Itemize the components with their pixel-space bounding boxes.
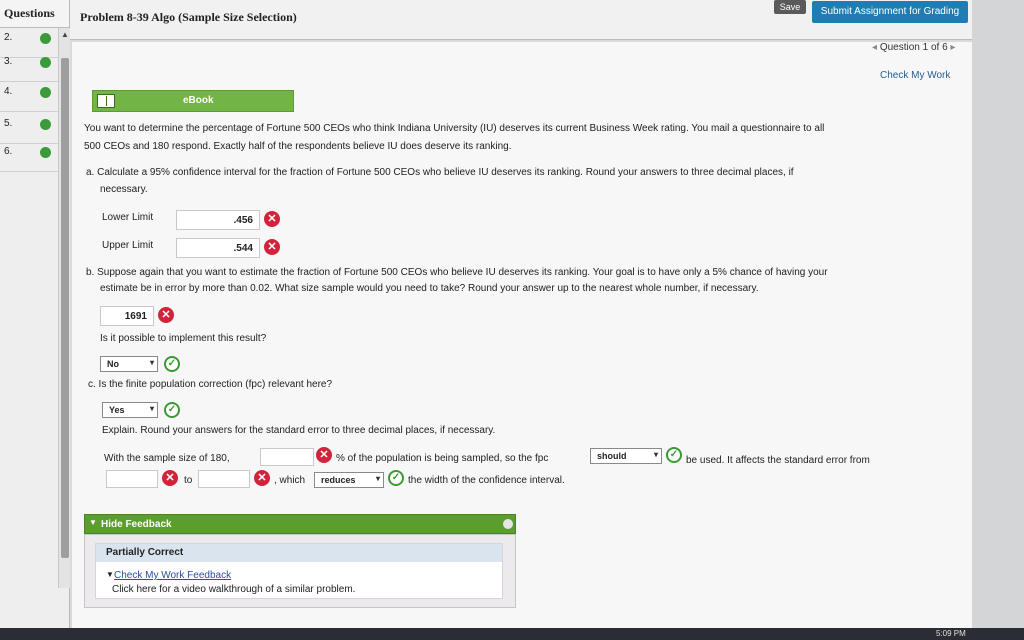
hide-feedback-label: Hide Feedback (101, 519, 172, 530)
explain-instructions: Explain. Round your answers for the stan… (102, 425, 496, 436)
question-item-5[interactable]: 5. (0, 114, 58, 144)
system-clock: 5:09 PM (936, 629, 966, 638)
scroll-up-icon[interactable]: ▲ (61, 30, 69, 39)
correct-icon: ✓ (388, 470, 404, 486)
question-navigator[interactable]: ◂ Question 1 of 6 ▸ (872, 42, 955, 53)
chevron-down-icon: ▾ (149, 404, 154, 413)
implement-question: Is it possible to implement this result? (100, 333, 267, 344)
check-my-work-link[interactable]: Check My Work (880, 70, 950, 81)
question-number: 2. (4, 32, 13, 43)
fpc-relevant-select-value: Yes (109, 405, 125, 415)
incorrect-icon: ✕ (264, 239, 280, 255)
question-counter: Question 1 of 6 (879, 42, 948, 53)
implement-select-value: No (107, 359, 119, 369)
feedback-status-icon (503, 519, 513, 529)
desktop-background (972, 0, 1024, 640)
scrollbar-thumb[interactable] (61, 58, 69, 558)
question-number: 3. (4, 56, 13, 67)
percent-sampled-input[interactable] (260, 448, 314, 466)
question-number: 5. (4, 118, 13, 129)
incorrect-icon: ✕ (264, 211, 280, 227)
incorrect-icon: ✕ (158, 307, 174, 323)
incorrect-icon: ✕ (254, 470, 270, 486)
sentence-to: to (184, 475, 193, 486)
chevron-down-icon: ▾ (653, 450, 658, 459)
fpc-relevant-select[interactable]: Yes ▾ (102, 402, 158, 418)
part-c-text: c. Is the finite population correction (… (88, 379, 333, 390)
next-question-icon[interactable]: ▸ (950, 42, 955, 53)
sentence-after: be used. It affects the standard error f… (686, 455, 870, 466)
answered-status-icon (40, 87, 51, 98)
question-content: ◂ Question 1 of 6 ▸ Check My Work eBook … (72, 42, 972, 632)
chevron-down-icon: ▾ (375, 474, 380, 483)
upper-limit-label: Upper Limit (102, 240, 154, 251)
book-icon (97, 94, 115, 108)
part-b-text-line1: b. Suppose again that you want to estima… (86, 267, 828, 278)
problem-title: Problem 8-39 Algo (Sample Size Selection… (80, 10, 297, 24)
save-button[interactable]: Save (774, 0, 806, 14)
taskbar: 5:09 PM (0, 628, 1024, 640)
question-number: 6. (4, 146, 13, 157)
question-item-4[interactable]: 4. (0, 82, 58, 112)
lower-limit-label: Lower Limit (102, 212, 154, 223)
answered-status-icon (40, 119, 51, 130)
answered-status-icon (40, 33, 51, 44)
lower-limit-input[interactable]: .456 (176, 210, 260, 230)
fpc-should-select[interactable]: should ▾ (590, 448, 662, 464)
intro-text-line2: 500 CEOs and 180 respond. Exactly half o… (84, 141, 512, 152)
feedback-box: Partially Correct ▼ Check My Work Feedba… (95, 543, 503, 599)
upper-limit-input[interactable]: .544 (176, 238, 260, 258)
standard-error-to-input[interactable] (198, 470, 250, 488)
question-number: 4. (4, 86, 13, 97)
questions-header: Questions (0, 0, 69, 28)
correct-icon: ✓ (164, 402, 180, 418)
question-list-sidebar: Questions 2. 3. 4. 5. 6. ▲ (0, 0, 70, 640)
width-effect-select[interactable]: reduces ▾ (314, 472, 384, 488)
feedback-status: Partially Correct (96, 544, 502, 562)
feedback-panel: Partially Correct ▼ Check My Work Feedba… (84, 534, 516, 608)
intro-text-line1: You want to determine the percentage of … (84, 123, 825, 134)
fpc-should-select-value: should (597, 451, 627, 461)
correct-icon: ✓ (666, 447, 682, 463)
question-list-scrollbar[interactable]: ▲ (58, 28, 70, 588)
ebook-label: eBook (183, 95, 214, 106)
incorrect-icon: ✕ (316, 447, 332, 463)
sentence-prefix: With the sample size of 180, (104, 453, 230, 464)
implement-select[interactable]: No ▾ (100, 356, 158, 372)
ebook-button[interactable]: eBook (92, 90, 294, 112)
standard-error-from-input[interactable] (106, 470, 158, 488)
sentence-which: , which (274, 475, 306, 486)
hide-feedback-toggle[interactable]: ▼ Hide Feedback (84, 514, 516, 534)
video-walkthrough-link[interactable]: Click here for a video walkthrough of a … (112, 584, 355, 595)
part-b-text-line2: estimate be in error by more than 0.02. … (100, 283, 759, 294)
submit-assignment-button[interactable]: Submit Assignment for Grading (812, 1, 968, 23)
question-item-6[interactable]: 6. (0, 142, 58, 172)
answered-status-icon (40, 147, 51, 158)
answered-status-icon (40, 57, 51, 68)
collapse-triangle-icon: ▼ (89, 518, 97, 527)
assignment-header: Problem 8-39 Algo (Sample Size Selection… (70, 0, 1024, 40)
sentence-mid: % of the population is being sampled, so… (336, 453, 549, 464)
part-a-text-line2: necessary. (100, 184, 148, 195)
chevron-down-icon: ▾ (149, 358, 154, 367)
check-my-work-feedback-link[interactable]: Check My Work Feedback (114, 570, 231, 581)
expand-triangle-icon: ▼ (106, 570, 114, 579)
correct-icon: ✓ (164, 356, 180, 372)
part-a-text-line1: a. Calculate a 95% confidence interval f… (86, 167, 794, 178)
width-effect-select-value: reduces (321, 475, 356, 485)
question-item-3[interactable]: 3. (0, 52, 58, 82)
sentence-end: the width of the confidence interval. (408, 475, 565, 486)
previous-question-icon[interactable]: ◂ (872, 42, 877, 53)
sample-size-input[interactable]: 1691 (100, 306, 154, 326)
incorrect-icon: ✕ (162, 470, 178, 486)
